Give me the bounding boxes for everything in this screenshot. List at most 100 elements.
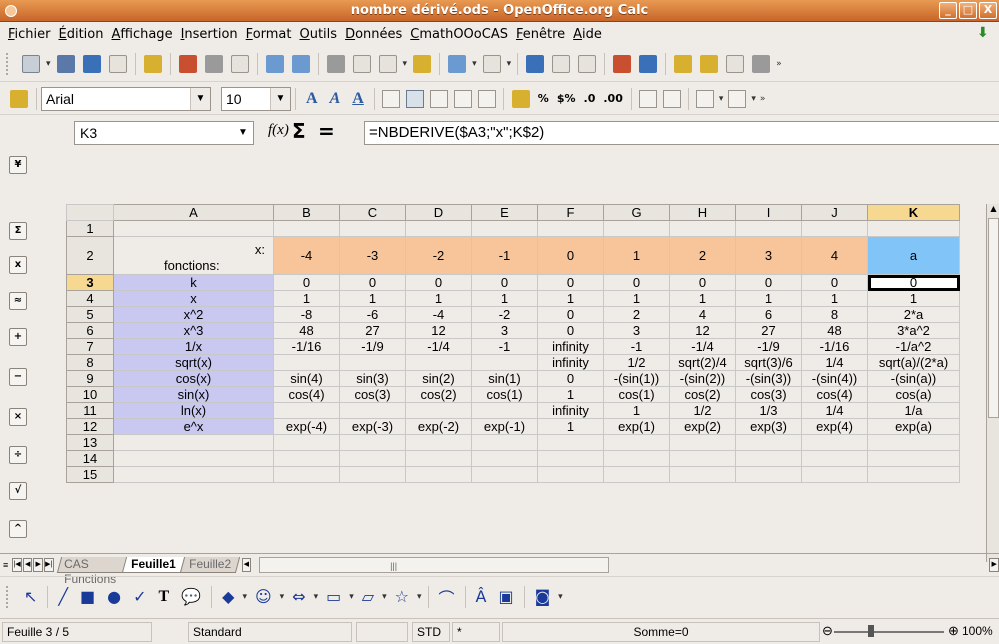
- column-header[interactable]: G: [603, 204, 670, 221]
- cas-fraction-icon[interactable]: x: [9, 256, 27, 274]
- points-icon[interactable]: ⌒: [439, 585, 455, 609]
- menu-outils[interactable]: Outils: [295, 27, 341, 42]
- cell[interactable]: [405, 450, 472, 467]
- cell[interactable]: cos(1): [471, 386, 538, 403]
- column-header[interactable]: B: [273, 204, 340, 221]
- cell[interactable]: [537, 220, 604, 237]
- cell[interactable]: [405, 466, 472, 483]
- row-header[interactable]: 4: [66, 290, 114, 307]
- bold-icon[interactable]: A: [306, 90, 318, 108]
- cell[interactable]: 0: [471, 274, 538, 291]
- sort-ascending-icon[interactable]: [552, 54, 571, 73]
- menu-donnees[interactable]: Données: [341, 27, 406, 42]
- first-sheet-icon[interactable]: |◀: [12, 557, 22, 572]
- cell[interactable]: 48: [273, 322, 340, 339]
- cas-evaluate-icon[interactable]: Σ: [9, 222, 27, 240]
- undo-icon[interactable]: [448, 54, 467, 73]
- symbol-shapes-icon[interactable]: ☺: [255, 587, 272, 606]
- cell[interactable]: 6: [735, 306, 802, 323]
- scroll-up-icon[interactable]: ▲: [987, 204, 999, 216]
- cell[interactable]: [735, 466, 802, 483]
- cell[interactable]: 4: [669, 306, 736, 323]
- cell[interactable]: infinity: [537, 402, 604, 419]
- formula-input[interactable]: =NBDERIVE($A3;"x";K$2): [364, 121, 999, 145]
- cas-sqrt-icon[interactable]: √: [9, 482, 27, 500]
- chevron-down-icon[interactable]: ▼: [190, 87, 210, 110]
- navigator-icon[interactable]: [674, 54, 693, 73]
- menu-format[interactable]: Format: [242, 27, 296, 42]
- menu-insertion[interactable]: Insertion: [177, 27, 242, 42]
- cell[interactable]: [405, 434, 472, 451]
- cell[interactable]: 48: [801, 322, 868, 339]
- borders-icon[interactable]: [695, 89, 714, 108]
- cell[interactable]: [339, 354, 406, 371]
- cell[interactable]: sqrt(x): [113, 354, 274, 371]
- justify-icon[interactable]: [453, 89, 472, 108]
- zoom-level[interactable]: 100%: [962, 624, 993, 638]
- cell[interactable]: cos(a): [867, 386, 960, 403]
- menu-cmathooocas[interactable]: CmathOOoCAS: [406, 27, 512, 42]
- cell[interactable]: 1: [339, 290, 406, 307]
- cell[interactable]: sin(x): [113, 386, 274, 403]
- cell[interactable]: -1: [471, 236, 538, 275]
- vertical-scrollbar[interactable]: ▲: [986, 204, 999, 562]
- menu-edition[interactable]: Édition: [55, 27, 108, 42]
- cell[interactable]: 1: [801, 290, 868, 307]
- scroll-thumb[interactable]: [988, 218, 999, 418]
- stars-icon[interactable]: ☆: [395, 587, 409, 606]
- cell[interactable]: [603, 220, 670, 237]
- cas-add-icon[interactable]: +: [9, 328, 27, 346]
- column-header[interactable]: K: [867, 204, 960, 221]
- format-paintbrush-icon[interactable]: [413, 54, 432, 73]
- update-download-icon[interactable]: ⬇: [977, 26, 991, 40]
- cell[interactable]: sin(4): [273, 370, 340, 387]
- cell[interactable]: [735, 434, 802, 451]
- cell[interactable]: sqrt(a)/(2*a): [867, 354, 960, 371]
- cell[interactable]: [603, 466, 670, 483]
- cell[interactable]: [339, 434, 406, 451]
- symbol-shapes-dropdown-icon[interactable]: ▾: [280, 592, 285, 602]
- cell[interactable]: [735, 450, 802, 467]
- cell[interactable]: [471, 466, 538, 483]
- row-header[interactable]: 13: [66, 434, 114, 451]
- sort-descending-icon[interactable]: [578, 54, 597, 73]
- cell[interactable]: cos(3): [735, 386, 802, 403]
- block-arrows-icon[interactable]: ⇔: [292, 587, 305, 606]
- cell[interactable]: [339, 450, 406, 467]
- flowchart-icon[interactable]: ▭: [326, 587, 341, 606]
- cell[interactable]: x^3: [113, 322, 274, 339]
- cell[interactable]: [801, 220, 868, 237]
- last-sheet-icon[interactable]: ▶|: [43, 557, 54, 572]
- cell[interactable]: [867, 450, 960, 467]
- cell[interactable]: -4: [273, 236, 340, 275]
- column-header[interactable]: H: [669, 204, 736, 221]
- cell[interactable]: [405, 220, 472, 237]
- tab-feuille1[interactable]: Feuille1: [121, 556, 185, 573]
- cell[interactable]: -2: [405, 236, 472, 275]
- column-header[interactable]: E: [471, 204, 538, 221]
- chevron-down-icon[interactable]: ▼: [233, 122, 253, 144]
- column-header[interactable]: I: [735, 204, 802, 221]
- undo-dropdown-icon[interactable]: ▾: [472, 59, 477, 69]
- function-wizard-icon[interactable]: f(x): [268, 122, 289, 139]
- drawing-overflow-icon[interactable]: ▾: [558, 592, 563, 602]
- cell[interactable]: 1: [735, 290, 802, 307]
- cell[interactable]: 1: [537, 290, 604, 307]
- cell[interactable]: ln(x): [113, 402, 274, 419]
- cell[interactable]: 0: [537, 370, 604, 387]
- cell[interactable]: 1: [405, 290, 472, 307]
- name-box[interactable]: K3 ▼: [74, 121, 254, 145]
- save-icon[interactable]: [82, 54, 101, 73]
- cell[interactable]: [273, 466, 340, 483]
- cell[interactable]: -(sin(3)): [735, 370, 802, 387]
- toolbar-grip[interactable]: [6, 585, 12, 608]
- zoom-in-icon[interactable]: ⊕: [948, 623, 959, 639]
- cell[interactable]: [113, 466, 274, 483]
- new-document-icon[interactable]: [22, 54, 40, 73]
- italic-icon[interactable]: A: [330, 90, 341, 108]
- close-button[interactable]: X: [979, 2, 997, 19]
- tab-feuille2[interactable]: Feuille2: [179, 556, 240, 573]
- cell[interactable]: 2: [603, 306, 670, 323]
- scroll-left-icon[interactable]: ◀: [241, 557, 252, 572]
- underline-icon[interactable]: A: [352, 90, 364, 108]
